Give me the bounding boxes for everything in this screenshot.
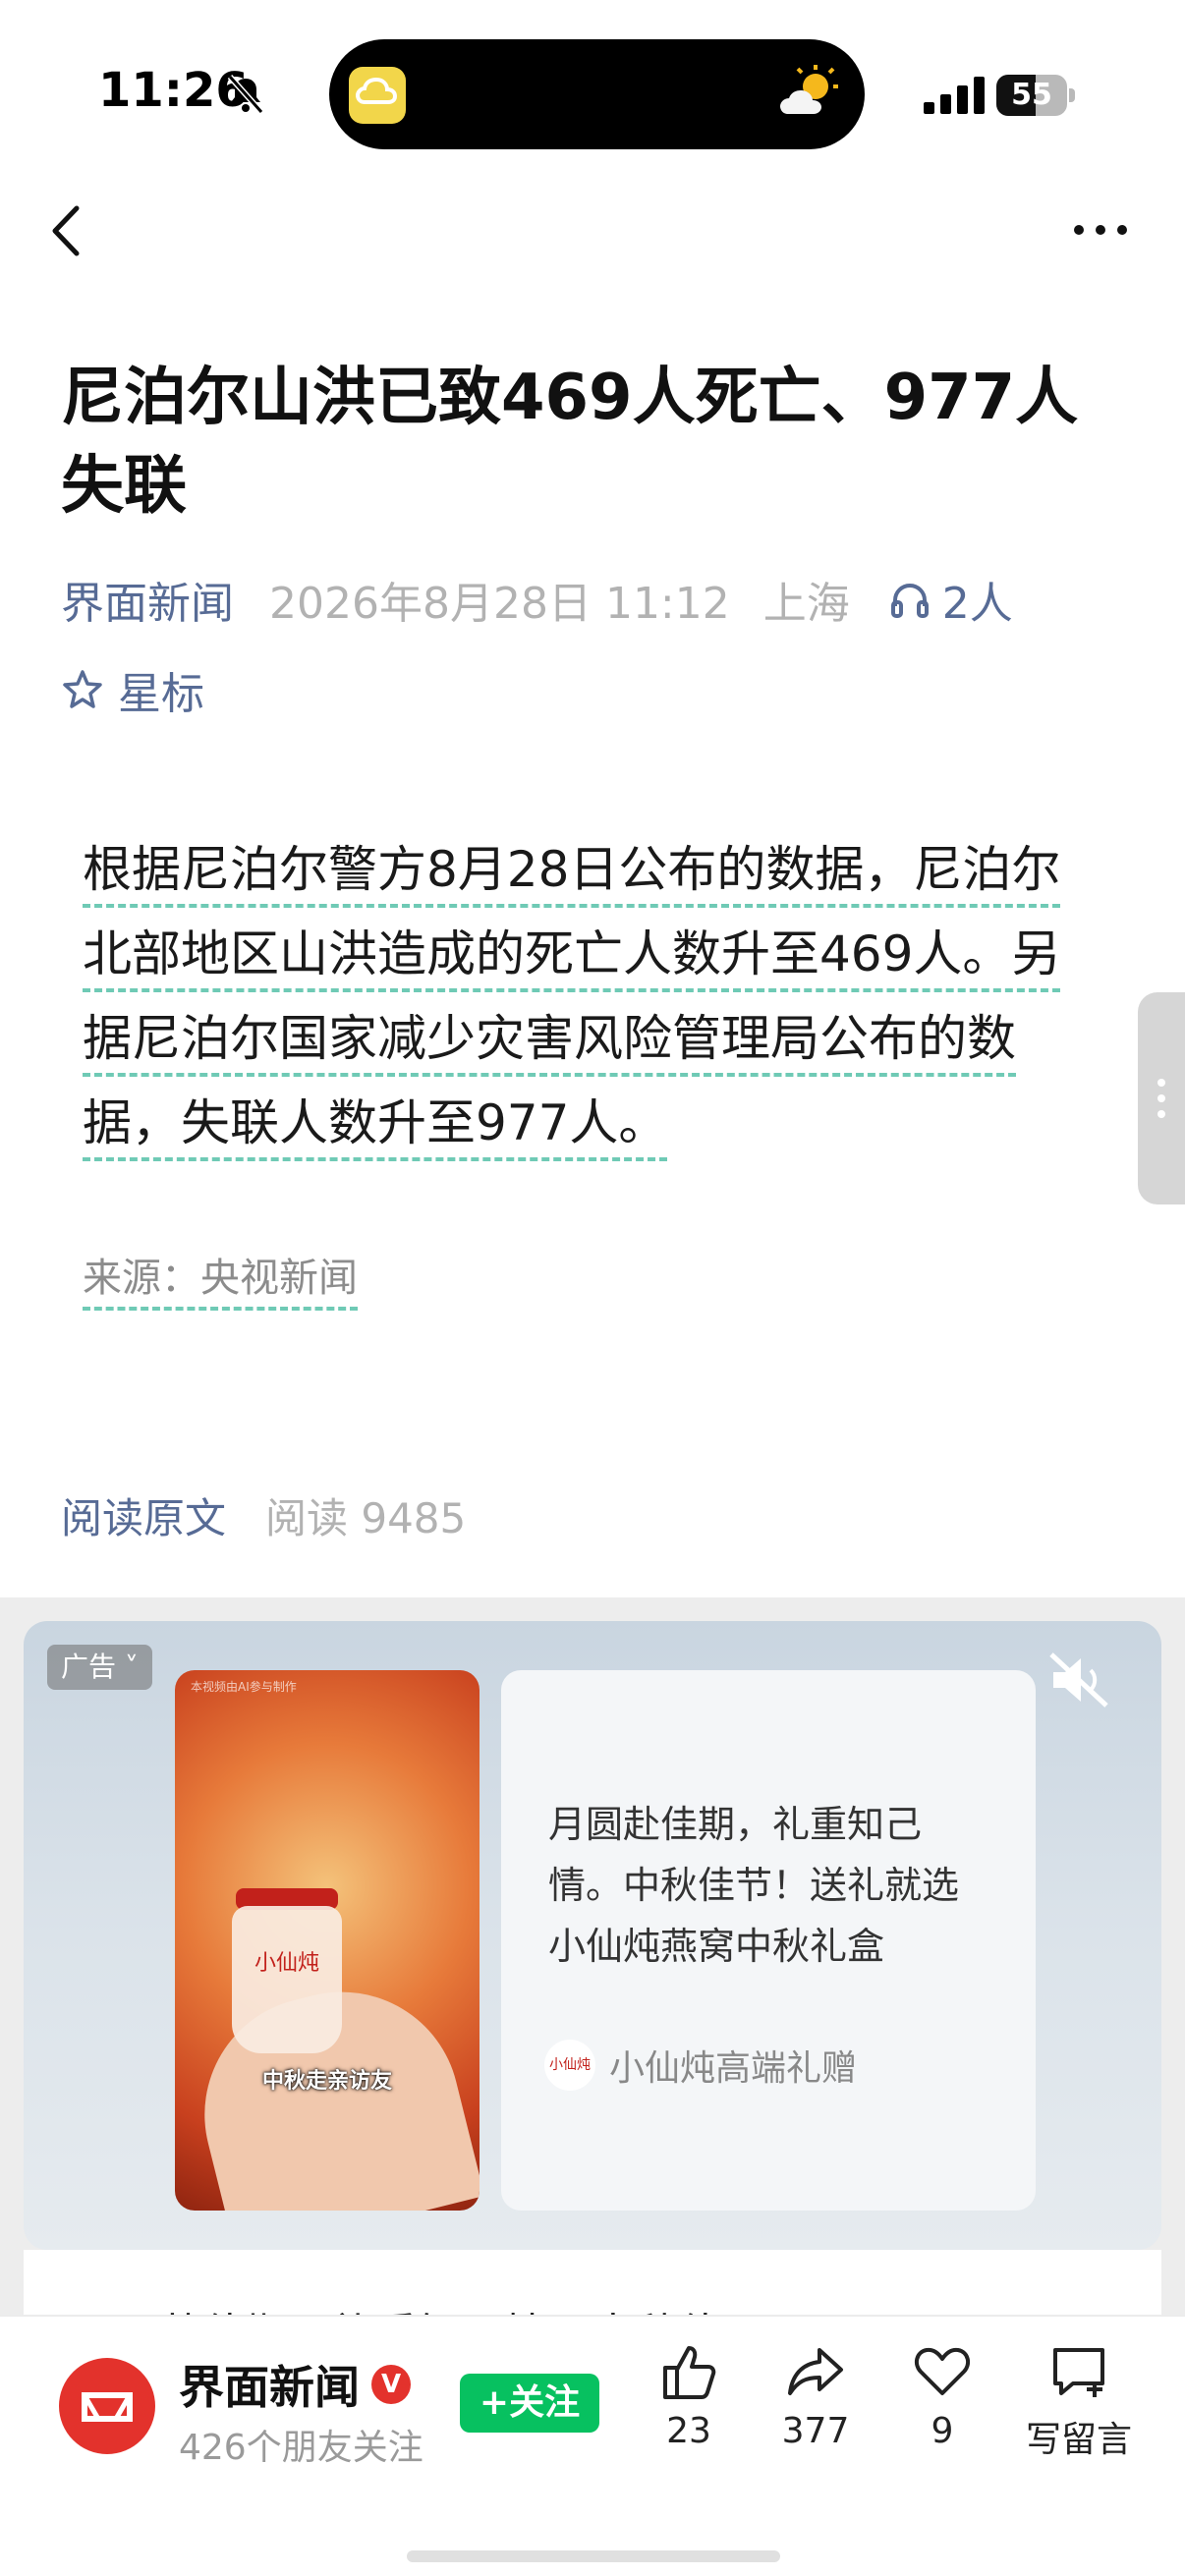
star-label: 星标 bbox=[118, 669, 204, 719]
back-icon[interactable] bbox=[43, 196, 94, 265]
weather-icon bbox=[780, 65, 838, 114]
favorite-count: 9 bbox=[931, 2411, 954, 2451]
share-icon bbox=[788, 2348, 843, 2395]
ad-brand-name: 小仙炖高端礼赠 bbox=[609, 2048, 858, 2089]
account-name-row[interactable]: 界面新闻 V bbox=[179, 2352, 411, 2417]
comment-button[interactable]: 写留言 bbox=[1005, 2340, 1153, 2462]
signal-icon bbox=[924, 77, 985, 114]
star-icon bbox=[63, 670, 102, 708]
status-bar: 11:26 55 bbox=[0, 0, 1185, 177]
article-credit: 来源：央视新闻 bbox=[83, 1246, 358, 1311]
comment-label: 写留言 bbox=[1025, 2420, 1132, 2460]
read-original-link[interactable]: 阅读原文 bbox=[61, 1485, 226, 1545]
account-followers: 426个朋友关注 bbox=[179, 2428, 423, 2468]
ad-jar-graphic: 小仙炖 bbox=[232, 1906, 342, 2053]
ad-jar-label: 小仙炖 bbox=[254, 1951, 319, 1976]
ad-image[interactable]: 本视频由AI参与制作 小仙炖 中秋走亲访友 bbox=[175, 1670, 480, 2211]
bottom-action-bar: 界面新闻 V 426个朋友关注 +关注 23 377 9 写留言 bbox=[0, 2315, 1185, 2576]
star-button[interactable]: 星标 bbox=[61, 660, 204, 719]
heart-icon bbox=[914, 2347, 971, 2395]
article-body: 根据尼泊尔警方8月28日公布的数据，尼泊尔北部地区山洪造成的死亡人数升至469人… bbox=[83, 827, 1104, 1165]
ad-brand[interactable]: 小仙炖 小仙炖高端礼赠 bbox=[544, 2040, 857, 2091]
share-button[interactable]: 377 bbox=[752, 2340, 879, 2451]
follow-button[interactable]: +关注 bbox=[460, 2374, 599, 2433]
mute-icon[interactable] bbox=[1047, 1651, 1112, 1709]
ad-text-card[interactable]: 月圆赴佳期，礼重知己情。中秋佳节！送礼就选小仙炖燕窝中秋礼盒 小仙炖 小仙炖高端… bbox=[501, 1670, 1036, 2211]
battery-percent: 55 bbox=[1011, 78, 1052, 112]
read-row: 阅读原文 阅读 9485 bbox=[61, 1485, 466, 1545]
app-activity-icon bbox=[349, 67, 406, 124]
ad-tag[interactable]: 广告 ˅ bbox=[47, 1645, 152, 1690]
side-panel-handle[interactable] bbox=[1138, 992, 1185, 1204]
favorite-button[interactable]: 9 bbox=[878, 2340, 1006, 2451]
article-source-link[interactable]: 界面新闻 bbox=[61, 568, 234, 631]
article-date: 2026年8月28日 11:12 bbox=[269, 579, 730, 629]
like-icon bbox=[663, 2346, 716, 2399]
battery-indicator: 55 bbox=[996, 75, 1075, 116]
home-indicator[interactable] bbox=[407, 2550, 780, 2562]
account-avatar[interactable] bbox=[59, 2358, 155, 2454]
listen-button[interactable]: 2人 bbox=[889, 568, 1013, 631]
article-credit-text: 来源：央视新闻 bbox=[83, 1256, 358, 1311]
more-icon[interactable] bbox=[1071, 212, 1130, 248]
ad-image-caption: 中秋走亲访友 bbox=[261, 2069, 392, 2094]
verified-badge: V bbox=[371, 2365, 411, 2404]
like-button[interactable]: 23 bbox=[625, 2340, 753, 2451]
comment-icon bbox=[1053, 2348, 1104, 2397]
bell-muted-icon bbox=[227, 75, 264, 114]
article-meta: 界面新闻 2026年8月28日 11:12 上海 2人 bbox=[61, 570, 1013, 629]
article-title: 尼泊尔山洪已致469人死亡、977人失联 bbox=[61, 362, 1079, 523]
article-body-text: 根据尼泊尔警方8月28日公布的数据，尼泊尔北部地区山洪造成的死亡人数升至469人… bbox=[83, 841, 1061, 1161]
headphone-icon bbox=[890, 584, 929, 618]
listener-count: 2人 bbox=[941, 579, 1013, 629]
dynamic-island[interactable] bbox=[329, 39, 865, 149]
ad-brand-logo: 小仙炖 bbox=[544, 2040, 595, 2091]
share-count: 377 bbox=[781, 2411, 850, 2451]
ad-card[interactable]: 广告 ˅ 本视频由AI参与制作 小仙炖 中秋走亲访友 月圆赴佳期，礼重知己情。中… bbox=[24, 1621, 1161, 2250]
ad-image-disclaimer: 本视频由AI参与制作 bbox=[191, 1680, 297, 1694]
account-name: 界面新闻 bbox=[179, 2361, 360, 2414]
read-count: 阅读 9485 bbox=[265, 1494, 467, 1542]
article-location: 上海 bbox=[762, 579, 850, 629]
like-count: 23 bbox=[666, 2411, 711, 2451]
ad-copy: 月圆赴佳期，礼重知己情。中秋佳节！送礼就选小仙炖燕窝中秋礼盒 bbox=[548, 1803, 960, 1968]
